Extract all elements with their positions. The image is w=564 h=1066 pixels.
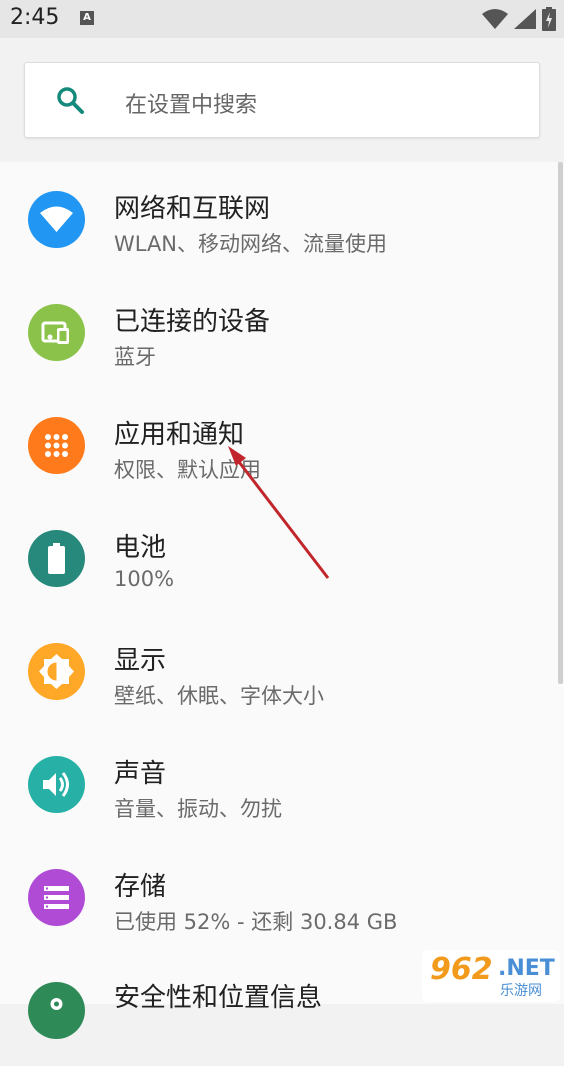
volume-icon bbox=[28, 756, 85, 813]
scrollbar[interactable] bbox=[558, 162, 563, 684]
settings-item-title: 应用和通知 bbox=[114, 420, 245, 450]
settings-item-sound[interactable]: 声音 音量、振动、勿扰 bbox=[0, 727, 556, 840]
sound-icon-circle bbox=[28, 756, 85, 813]
status-bar: 2:45 A bbox=[0, 0, 564, 38]
cell-signal-icon bbox=[514, 9, 536, 29]
search-bar[interactable]: 在设置中搜索 bbox=[24, 62, 540, 138]
settings-item-subtitle: WLAN、移动网络、流量使用 bbox=[114, 232, 388, 256]
settings-item-title: 安全性和位置信息 bbox=[114, 983, 323, 1013]
devices-icon-circle bbox=[28, 304, 85, 361]
settings-item-subtitle: 壁纸、休眠、字体大小 bbox=[114, 684, 324, 708]
devices-icon bbox=[28, 304, 85, 361]
lock-icon bbox=[28, 982, 85, 1039]
security-icon-circle bbox=[28, 982, 85, 1039]
search-area: 在设置中搜索 bbox=[0, 38, 564, 162]
watermark-cn: 乐游网 bbox=[500, 983, 542, 999]
search-icon bbox=[57, 87, 84, 114]
settings-item-subtitle: 权限、默认应用 bbox=[114, 458, 261, 482]
battery-charging-icon bbox=[542, 7, 556, 31]
watermark-number: 962 bbox=[430, 952, 493, 987]
brightness-icon bbox=[28, 643, 85, 700]
settings-item-title: 电池 bbox=[114, 533, 167, 563]
settings-item-apps-notifications[interactable]: 应用和通知 权限、默认应用 bbox=[0, 388, 556, 501]
settings-item-connected-devices[interactable]: 已连接的设备 蓝牙 bbox=[0, 275, 556, 388]
settings-list: 网络和互联网 WLAN、移动网络、流量使用 已连接的设备 蓝牙 应用和通知 权限… bbox=[0, 162, 564, 1039]
notification-a-icon: A bbox=[80, 11, 94, 25]
battery-icon bbox=[28, 530, 85, 587]
settings-item-subtitle: 100% bbox=[114, 567, 175, 591]
settings-item-title: 声音 bbox=[114, 759, 167, 789]
storage-icon-circle bbox=[28, 869, 85, 926]
settings-item-storage[interactable]: 存储 已使用 52% - 还剩 30.84 GB bbox=[0, 840, 556, 953]
apps-icon bbox=[28, 417, 85, 474]
status-time: 2:45 bbox=[10, 5, 60, 30]
wifi-icon bbox=[28, 191, 85, 248]
settings-item-subtitle: 已使用 52% - 还剩 30.84 GB bbox=[114, 910, 398, 934]
display-icon-circle bbox=[28, 643, 85, 700]
network-icon-circle bbox=[28, 191, 85, 248]
settings-item-subtitle: 蓝牙 bbox=[114, 345, 156, 369]
watermark-logo: 962 .NET 乐游网 bbox=[422, 950, 560, 1002]
settings-item-title: 网络和互联网 bbox=[114, 194, 271, 224]
settings-item-title: 显示 bbox=[114, 646, 167, 676]
settings-item-title: 存储 bbox=[114, 872, 167, 902]
settings-item-title: 已连接的设备 bbox=[114, 307, 271, 337]
status-icons bbox=[482, 7, 556, 31]
watermark-net: .NET bbox=[498, 956, 555, 981]
search-input[interactable]: 在设置中搜索 bbox=[125, 87, 257, 119]
storage-icon bbox=[28, 869, 85, 926]
settings-item-network[interactable]: 网络和互联网 WLAN、移动网络、流量使用 bbox=[0, 162, 556, 275]
settings-item-display[interactable]: 显示 壁纸、休眠、字体大小 bbox=[0, 614, 556, 727]
apps-icon-circle bbox=[28, 417, 85, 474]
battery-icon-circle bbox=[28, 530, 85, 587]
wifi-signal-icon bbox=[482, 9, 508, 29]
settings-item-battery[interactable]: 电池 100% bbox=[0, 501, 556, 614]
settings-item-subtitle: 音量、振动、勿扰 bbox=[114, 797, 282, 821]
